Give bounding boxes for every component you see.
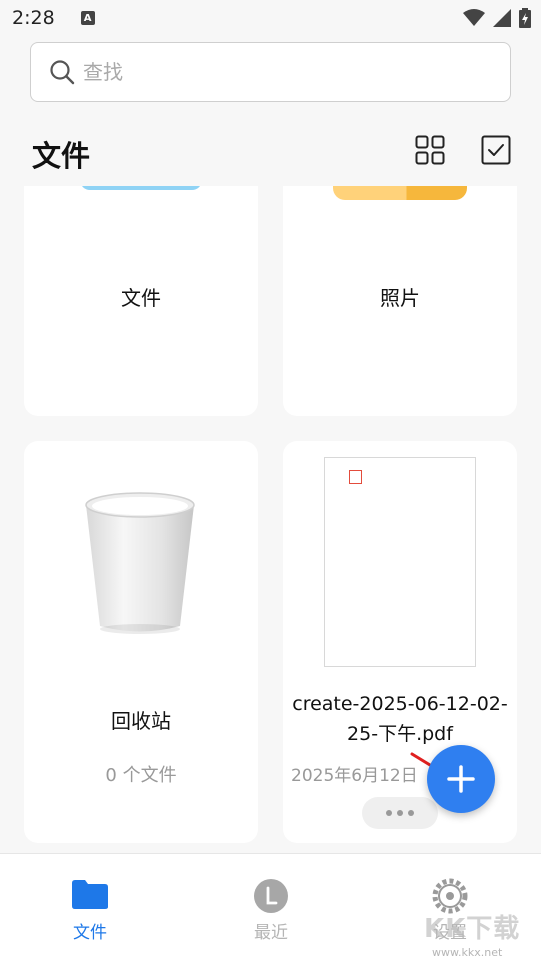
trash-bin-icon [85,492,195,634]
plus-icon [447,765,475,793]
status-bar: 2:28 A [0,0,541,36]
folder-label: 照片 [380,286,420,310]
watermark-logo: KK下载 [424,914,521,944]
notification-a-icon: A [80,11,95,25]
status-time: 2:28 [12,7,55,29]
search-icon [50,60,75,85]
trash-label: 回收站 [111,709,171,733]
nav-item-recent[interactable]: 最近 [221,878,321,943]
pdf-file-name: create-2025-06-12-02-25-下午.pdf [292,693,508,745]
blue-folder-icon [80,186,202,190]
dot [397,810,403,816]
pdf-thumbnail [324,457,476,667]
recent-clock-icon [254,879,288,913]
trash-card[interactable]: 回收站 0 个文件 [24,441,258,843]
signal-icon [493,9,511,27]
folder-card-files[interactable]: 文件 [24,186,258,416]
pdf-thumbnail-mark [349,470,362,484]
page-title: 文件 [32,139,91,173]
folder-label: 文件 [121,286,161,310]
grid-view-icon[interactable] [415,135,445,165]
yellow-folder-icon [333,186,467,200]
select-mode-icon[interactable] [481,135,511,165]
trash-count: 0 个文件 [105,765,177,786]
watermark-url: www.kkx.net [432,946,503,959]
nav-label: 文件 [73,923,107,943]
dot [386,810,392,816]
nav-item-files[interactable]: 文件 [40,878,140,943]
status-icons [463,8,531,28]
more-options-button[interactable] [362,797,438,829]
battery-icon [519,8,531,28]
add-button[interactable] [427,745,495,813]
search-input[interactable] [83,60,463,84]
nav-label: 最近 [254,923,288,943]
folder-card-photos[interactable]: 照片 [283,186,517,416]
dot [408,810,414,816]
search-bar[interactable] [30,42,511,102]
wifi-icon [463,9,485,26]
folder-icon [72,880,108,909]
